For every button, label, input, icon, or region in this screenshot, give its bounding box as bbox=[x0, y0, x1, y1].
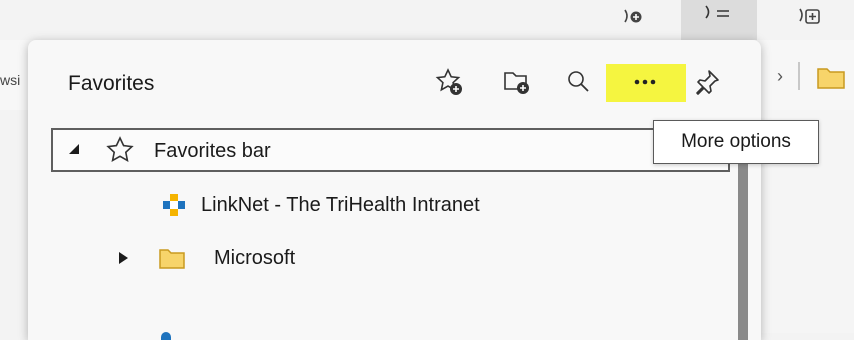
search-button[interactable] bbox=[560, 62, 598, 102]
favorites-panel: Favorites Favorites bar LinkNet - The Tr… bbox=[28, 40, 761, 340]
pin-button[interactable] bbox=[688, 62, 726, 102]
expanded-triangle-icon bbox=[69, 144, 79, 154]
add-favorite-button[interactable] bbox=[431, 62, 469, 102]
trihealth-logo-icon bbox=[163, 194, 185, 216]
scrollbar[interactable] bbox=[738, 148, 748, 340]
favorites-toolbar-button[interactable] bbox=[681, 0, 757, 40]
chevron-right-icon[interactable]: › bbox=[777, 66, 783, 87]
star-icon bbox=[106, 136, 134, 163]
more-options-icon bbox=[634, 79, 656, 85]
collapsed-triangle-icon bbox=[119, 252, 128, 264]
favorite-item-label: LinkNet - The TriHealth Intranet bbox=[201, 193, 480, 216]
collections-icon[interactable] bbox=[795, 2, 825, 32]
add-favorite-icon bbox=[435, 68, 462, 95]
panel-title: Favorites bbox=[68, 72, 155, 95]
pin-icon bbox=[696, 70, 719, 95]
search-icon bbox=[568, 71, 589, 92]
toolbar-divider bbox=[798, 62, 800, 90]
folder-icon bbox=[159, 249, 185, 269]
more-options-tooltip: More options bbox=[653, 120, 819, 164]
partial-text: wsi bbox=[0, 72, 21, 88]
favorites-bar-label: Favorites bar bbox=[154, 140, 271, 162]
folder-label: Microsoft bbox=[214, 246, 296, 269]
favorite-folder-microsoft[interactable]: Microsoft bbox=[116, 246, 295, 270]
favorite-item-linknet[interactable]: LinkNet - The TriHealth Intranet bbox=[161, 192, 480, 218]
folder-icon[interactable] bbox=[816, 64, 846, 95]
add-folder-icon bbox=[504, 72, 529, 94]
add-folder-button[interactable] bbox=[498, 62, 536, 102]
favorites-bar-row[interactable]: Favorites bar bbox=[51, 128, 730, 172]
partial-item-icon bbox=[161, 332, 171, 340]
split-screen-icon[interactable] bbox=[618, 2, 648, 32]
favorites-list: Favorites bar LinkNet - The TriHealth In… bbox=[44, 126, 748, 340]
more-options-button[interactable] bbox=[626, 62, 664, 102]
